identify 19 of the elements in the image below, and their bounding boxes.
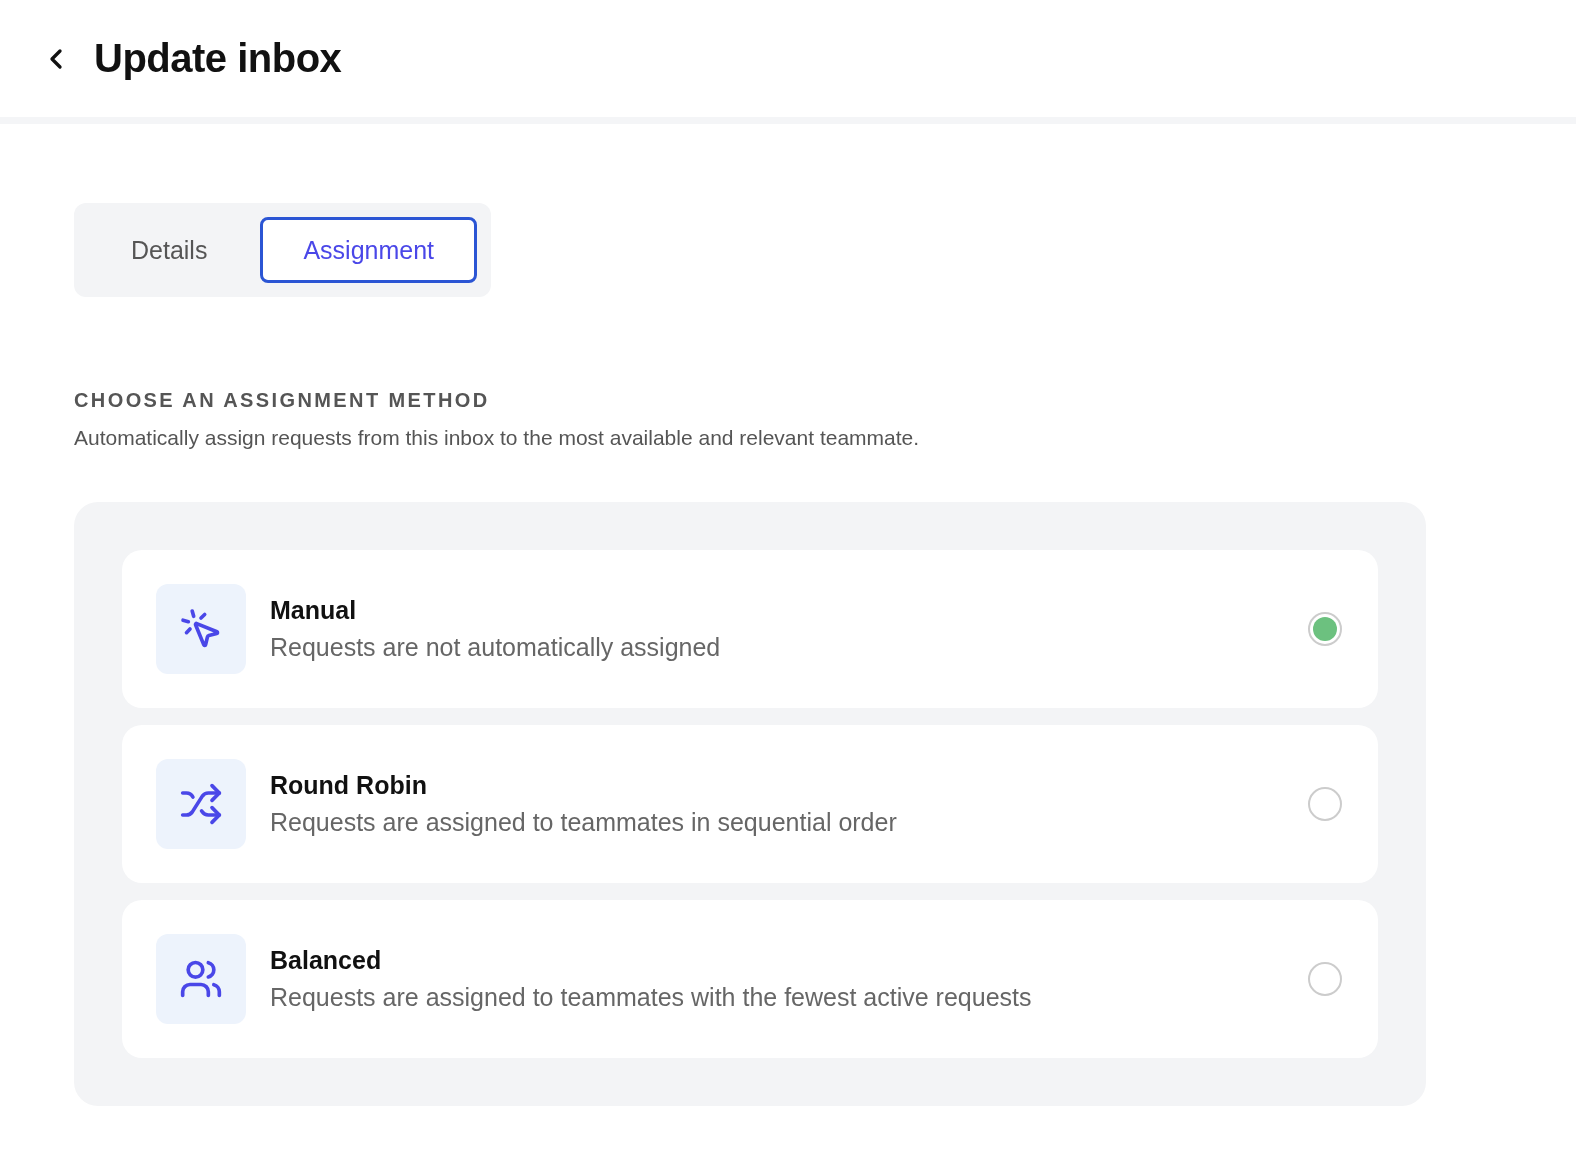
option-card[interactable]: Balanced Requests are assigned to teammates with the fewest active requests xyxy=(122,900,1378,1058)
section-heading: CHOOSE AN ASSIGNMENT METHOD xyxy=(74,389,491,412)
option-title: Round Robin xyxy=(270,771,428,800)
option-title: Balanced xyxy=(270,946,383,975)
option-card[interactable]: Manual Requests are not automatically assigned xyxy=(122,550,1378,708)
option-card[interactable]: Round Robin Requests are assigned to teammates in sequential order xyxy=(122,725,1378,883)
shuffle-icon xyxy=(179,782,223,826)
page-title: Update inbox xyxy=(94,36,342,81)
option-title: Manual xyxy=(270,596,358,625)
radio-dot xyxy=(1313,617,1337,641)
radio-button[interactable] xyxy=(1308,962,1342,996)
radio-button[interactable] xyxy=(1308,612,1342,646)
option-description: Requests are not automatically assigned xyxy=(270,633,722,662)
radio-button[interactable] xyxy=(1308,787,1342,821)
option-description: Requests are assigned to teammates with the fewest active requests xyxy=(270,983,1033,1012)
tab[interactable]: Details xyxy=(88,217,251,283)
tab[interactable]: Assignment xyxy=(260,217,478,283)
option-description: Requests are assigned to teammates in sequential order xyxy=(270,808,898,837)
section-description: Automatically assign requests from this inbox to the most available and relevant teammate. xyxy=(74,426,921,450)
